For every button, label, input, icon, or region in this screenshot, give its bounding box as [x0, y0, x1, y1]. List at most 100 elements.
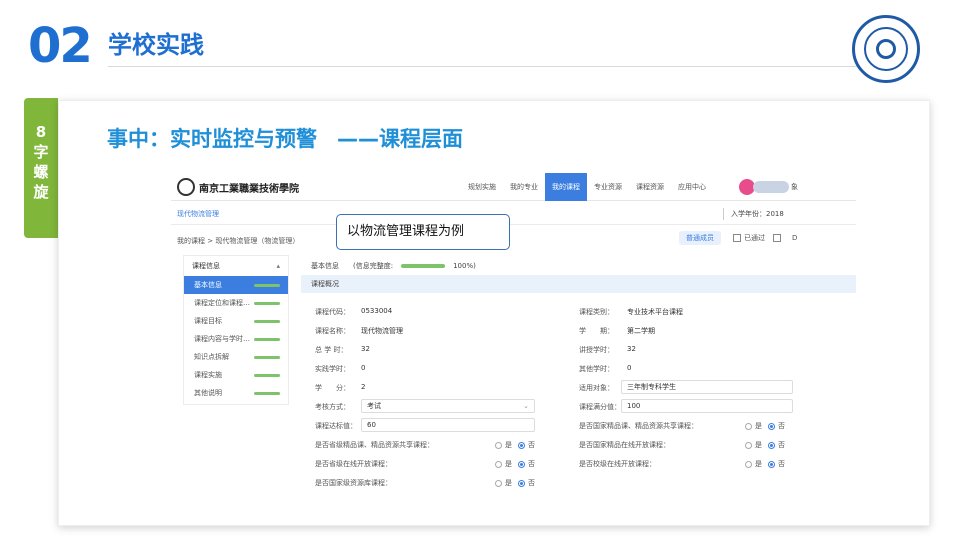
radio-yes[interactable] [745, 422, 752, 430]
nav-item-course-resources[interactable]: 课程资源 [629, 173, 671, 201]
side-tab-char: 螺 [33, 163, 49, 181]
other-hours: 0 [627, 364, 632, 372]
edit-icon [773, 234, 781, 242]
completeness-bar [401, 264, 446, 268]
course-link[interactable]: 现代物流管理 [177, 209, 219, 219]
audience-input[interactable]: 三年制专科学生 [621, 380, 793, 394]
section-header: 课程概况 [301, 275, 856, 293]
basic-info-label: 基本信息 [311, 262, 339, 270]
radio-yes[interactable] [745, 460, 752, 468]
radio-no-label: 否 [528, 460, 535, 468]
card-title-main: 事中：实时监控与预警 [107, 127, 317, 151]
brand-name: 南京工業職業技術學院 [199, 183, 299, 195]
menu-head-label: 课程信息 [192, 262, 220, 270]
radio-yes[interactable] [495, 460, 502, 468]
more-button[interactable]: D [792, 234, 797, 242]
radio-no-label: 否 [778, 422, 785, 430]
check-icon [733, 234, 741, 242]
menu-item[interactable]: 课程目标 [184, 312, 288, 330]
callout: 以物流管理课程为例 [336, 214, 510, 250]
breadcrumb[interactable]: 我的课程 > 现代物流管理（物流管理） [177, 236, 299, 246]
basic-info-row: 基本信息 (信息完整度: 100%) [311, 261, 476, 271]
logo-core [876, 39, 896, 59]
audience: 三年制专科学生 [627, 383, 676, 391]
progress-bar [254, 302, 280, 305]
full-score-input[interactable]: 100 [621, 399, 793, 413]
approved-status[interactable]: 已通过 [733, 233, 765, 243]
menu-item-label: 课程内容与学时… [194, 335, 250, 343]
credits-label: 学 分： [315, 384, 350, 392]
national-online-radio[interactable]: 是 否 [739, 440, 785, 450]
school-online-radio[interactable]: 是 否 [739, 459, 785, 469]
total-hours: 32 [361, 345, 370, 353]
radio-yes-label: 是 [755, 441, 762, 449]
national-radio[interactable]: 是 否 [739, 421, 785, 431]
nav-item-major-resources[interactable]: 专业资源 [587, 173, 629, 201]
radio-no[interactable] [768, 422, 775, 430]
menu-item-label: 课程目标 [194, 317, 222, 325]
progress-bar [254, 374, 280, 377]
course-bar: 现代物流管理 入学年份：2018 [171, 203, 856, 225]
provincial-radio[interactable]: 是 否 [489, 440, 535, 450]
practice-hours-label: 实践学时： [315, 365, 350, 373]
radio-yes[interactable] [495, 479, 502, 487]
completeness-value: 100%) [453, 262, 476, 270]
brand[interactable]: 南京工業職業技術學院 [177, 178, 299, 196]
menu-item[interactable]: 课程内容与学时… [184, 330, 288, 348]
member-tag[interactable]: 普通成员 [679, 231, 721, 245]
enroll-year: 入学年份：2018 [731, 210, 784, 218]
exam-value: 考试 [367, 402, 381, 410]
lecture-hours-label: 讲授学时： [579, 346, 614, 354]
menu-item-label: 课程实施 [194, 371, 222, 379]
card-title: 事中：实时监控与预警 ——课程层面 [107, 123, 463, 153]
pass-label: 课程达标值： [315, 422, 357, 430]
side-tab-char: 字 [33, 143, 49, 161]
menu-item[interactable]: 其他说明 [184, 384, 288, 402]
progress-bar [254, 392, 280, 395]
menu-item[interactable]: 知识点拆解 [184, 348, 288, 366]
menu-item-label: 基本信息 [194, 281, 222, 289]
radio-no-label: 否 [778, 460, 785, 468]
radio-no[interactable] [518, 479, 525, 487]
exam-select[interactable]: 考试 ⌄ [361, 399, 535, 413]
radio-no[interactable] [768, 460, 775, 468]
full-score-label: 课程满分值： [579, 403, 621, 411]
course-name-label: 课程名称： [315, 327, 350, 335]
menu-item[interactable]: 课程实施 [184, 366, 288, 384]
course-code: 0533004 [361, 307, 393, 315]
radio-yes-label: 是 [755, 460, 762, 468]
toolbar: 普通成员 已通过 D [679, 231, 805, 245]
slide: 02 学校实践 8 字 螺 旋 事中：实时监控与预警 ——课程层面 南京工業職業技… [0, 0, 960, 540]
radio-no-label: 否 [528, 441, 535, 449]
edit-button[interactable] [773, 234, 784, 242]
divider [723, 208, 724, 220]
radio-yes[interactable] [495, 441, 502, 449]
user-name-blurred[interactable] [753, 181, 789, 193]
menu-item[interactable]: 课程定位和课程… [184, 294, 288, 312]
total-hours-label: 总 学 时： [315, 346, 348, 354]
course-info-menu: 课程信息 ▴ 基本信息 课程定位和课程… 课程目标 课程内容与学时… 知识点拆解… [183, 255, 289, 405]
online-radio[interactable]: 是 否 [489, 459, 535, 469]
menu-item-label: 知识点拆解 [194, 353, 229, 361]
exam-label: 考核方式： [315, 403, 350, 411]
course-code-label: 课程代码： [315, 308, 350, 316]
pass-value-input[interactable]: 60 [361, 418, 535, 432]
card-title-suffix: ——课程层面 [337, 127, 463, 151]
nav-item-plan[interactable]: 规划实施 [461, 173, 503, 201]
completeness-label: (信息完整度: [353, 262, 394, 270]
menu-head[interactable]: 课程信息 ▴ [184, 256, 288, 276]
menu-item[interactable]: 基本信息 [184, 276, 288, 294]
radio-no[interactable] [518, 441, 525, 449]
radio-no[interactable] [518, 460, 525, 468]
section-number: 02 [28, 18, 93, 74]
side-tab: 8 字 螺 旋 [24, 98, 58, 238]
audience-label: 适用对象： [579, 384, 614, 392]
nav-item-my-course[interactable]: 我的课程 [545, 173, 587, 201]
approved-label: 已通过 [744, 234, 765, 242]
nav-item-my-major[interactable]: 我的专业 [503, 173, 545, 201]
radio-yes[interactable] [745, 441, 752, 449]
nav-item-app-center[interactable]: 应用中心 [671, 173, 713, 201]
resource-radio[interactable]: 是 否 [489, 478, 535, 488]
radio-no[interactable] [768, 441, 775, 449]
progress-bar [254, 320, 280, 323]
